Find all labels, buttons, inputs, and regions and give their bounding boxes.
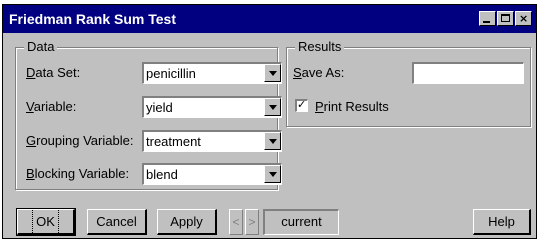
blocking-variable-dropdown-button[interactable] [264,165,281,183]
data-set-row: Data Set: penicillin [16,62,282,84]
minimize-button[interactable] [479,11,496,26]
grouping-variable-row: Grouping Variable: treatment [16,130,282,152]
help-button[interactable]: Help [473,209,531,235]
chevron-right-icon: > [248,215,256,229]
previous-button[interactable]: < [229,209,243,235]
blocking-variable-combo[interactable]: blend [142,163,282,185]
window-controls: × [479,11,532,26]
results-group: Results Save As: ✓ Print Results [286,39,531,127]
data-set-dropdown-button[interactable] [264,64,281,82]
ok-button[interactable]: OK [16,208,76,236]
chevron-down-icon [269,139,277,144]
maximize-button[interactable] [497,11,514,26]
current-indicator: current [263,209,339,235]
next-button[interactable]: > [245,209,259,235]
save-as-row: Save As: [287,62,530,84]
maximize-icon [501,14,510,22]
save-as-input[interactable] [412,62,524,84]
data-group: Data Data Set: penicillin Variable: yiel… [15,39,282,190]
print-results-row: ✓ Print Results [287,96,530,118]
chevron-down-icon [269,105,277,110]
variable-label: Variable: [26,99,77,114]
title-bar[interactable]: Friedman Rank Sum Test × [3,5,536,33]
apply-button[interactable]: Apply [157,209,217,235]
grouping-variable-value: treatment [146,134,201,149]
data-group-legend: Data [24,39,58,55]
data-set-value: penicillin [146,66,196,81]
grouping-variable-combo[interactable]: treatment [142,130,282,152]
print-results-label[interactable]: Print Results [315,99,389,114]
close-button[interactable]: × [515,11,532,26]
cancel-button[interactable]: Cancel [87,209,147,235]
variable-combo[interactable]: yield [142,96,282,118]
chevron-down-icon [269,71,277,76]
results-group-legend: Results [295,39,345,55]
grouping-variable-dropdown-button[interactable] [264,132,281,150]
blocking-variable-row: Blocking Variable: blend [16,163,282,185]
save-as-label: Save As: [293,65,345,80]
blocking-variable-label: Blocking Variable: [26,166,130,181]
data-set-combo[interactable]: penicillin [142,62,282,84]
print-results-checkbox[interactable]: ✓ [295,98,308,112]
data-set-label: Data Set: [26,65,81,80]
close-icon: × [519,12,529,25]
checkmark-icon: ✓ [297,98,307,111]
variable-row: Variable: yield [16,96,282,118]
variable-dropdown-button[interactable] [264,98,281,116]
chevron-left-icon: < [232,215,240,229]
grouping-variable-label: Grouping Variable: [26,133,134,148]
blocking-variable-value: blend [146,167,178,182]
friedman-dialog: Friedman Rank Sum Test × Data Data Set: … [2,4,537,239]
chevron-down-icon [269,172,277,177]
button-bar: OK Cancel Apply < > current Help [3,208,536,236]
minimize-icon [483,21,490,23]
window-title: Friedman Rank Sum Test [9,11,177,27]
variable-value: yield [146,100,173,115]
